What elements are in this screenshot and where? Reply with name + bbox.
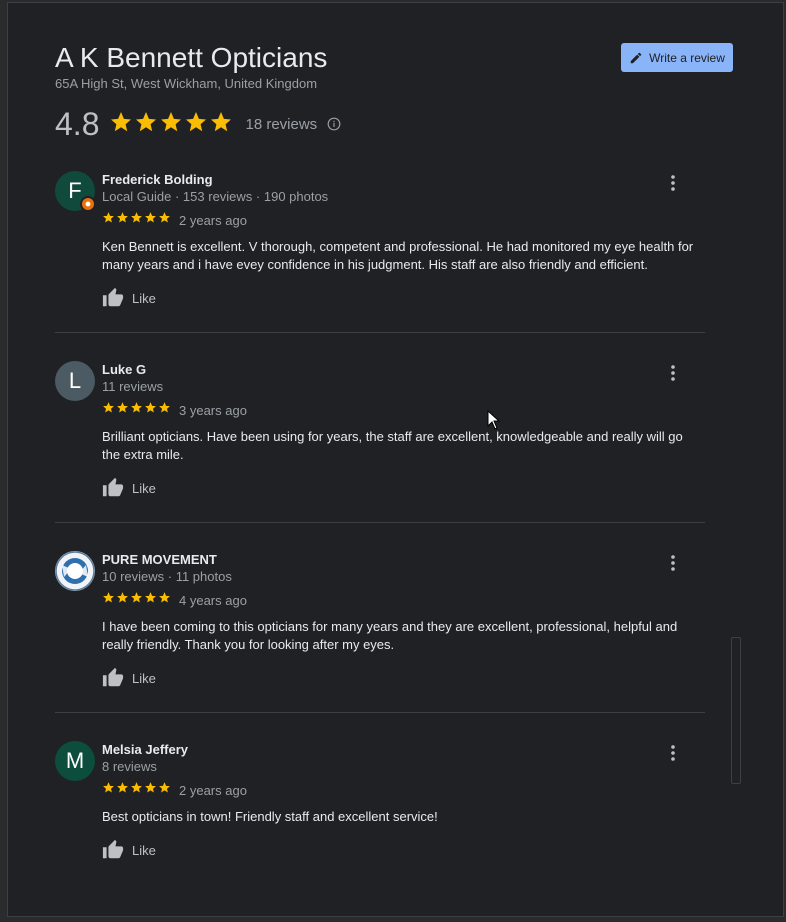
- dialog-header: A K Bennett Opticians 65A High St, West …: [55, 41, 733, 91]
- review-rating-row: 4 years ago: [102, 591, 702, 609]
- review-date: 2 years ago: [179, 212, 247, 228]
- place-address: 65A High St, West Wickham, United Kingdo…: [55, 76, 318, 91]
- review-divider: [55, 522, 705, 523]
- star-icon: [144, 591, 157, 609]
- like-label: Like: [132, 290, 156, 306]
- review-text: Best opticians in town! Friendly staff a…: [102, 809, 438, 824]
- write-review-button[interactable]: Write a review: [621, 43, 733, 72]
- star-icon: [116, 211, 129, 229]
- mouse-cursor-icon: [487, 410, 501, 430]
- star-icon: [102, 401, 115, 419]
- star-icon: [116, 591, 129, 609]
- avatar-letter: M: [65, 748, 85, 773]
- like-button[interactable]: Like: [102, 287, 702, 309]
- like-label: Like: [132, 480, 156, 496]
- star-icon: [158, 211, 171, 229]
- star-icon: [184, 110, 208, 139]
- star-icon: [130, 781, 143, 799]
- avatar-letter: L: [68, 368, 82, 393]
- like-label: Like: [132, 670, 156, 686]
- review-text: I have been coming to this opticians for…: [102, 619, 678, 652]
- reviews-dialog: A K Bennett Opticians 65A High St, West …: [7, 2, 784, 917]
- more-options-icon[interactable]: [663, 743, 683, 763]
- profile-photo-icon: [55, 551, 95, 591]
- like-label: Like: [132, 842, 156, 858]
- avatar[interactable]: M: [55, 741, 95, 781]
- review-divider: [55, 332, 705, 333]
- review-rating-row: 2 years ago: [102, 781, 702, 799]
- star-icon: [116, 401, 129, 419]
- review-text: Brilliant opticians. Have been using for…: [102, 429, 683, 462]
- star-icon: [130, 211, 143, 229]
- reviewer-meta: 8 reviews: [102, 759, 157, 774]
- reviewer-name[interactable]: Melsia Jeffery: [102, 741, 702, 758]
- like-button[interactable]: Like: [102, 477, 702, 499]
- thumbs-up-icon: [102, 287, 124, 307]
- avatar[interactable]: L: [55, 361, 95, 401]
- more-options-icon[interactable]: [663, 173, 683, 193]
- star-icon: [159, 110, 183, 139]
- write-review-label: Write a review: [649, 50, 725, 65]
- avatar[interactable]: [55, 551, 95, 591]
- star-icon: [158, 401, 171, 419]
- local-guide-badge-icon: [80, 196, 96, 212]
- star-icon: [102, 211, 115, 229]
- average-rating: 4.8: [55, 106, 100, 142]
- review-stars: [102, 781, 171, 799]
- review-date: 2 years ago: [179, 782, 247, 798]
- star-icon: [144, 781, 157, 799]
- star-icon: [102, 591, 115, 609]
- more-options-icon[interactable]: [663, 553, 683, 573]
- info-icon[interactable]: [327, 117, 341, 131]
- reviewer-meta: 10 reviews · 11 photos: [102, 569, 232, 584]
- like-button[interactable]: Like: [102, 839, 702, 861]
- star-icon: [116, 781, 129, 799]
- star-icon: [134, 110, 158, 139]
- reviewer-name[interactable]: Frederick Bolding: [102, 171, 702, 188]
- review-rating-row: 3 years ago: [102, 401, 702, 419]
- reviewer-meta: 11 reviews: [102, 379, 164, 394]
- scrollbar[interactable]: [731, 637, 741, 784]
- star-icon: [102, 781, 115, 799]
- review-stars: [102, 211, 171, 229]
- review-stars: [102, 591, 171, 609]
- reviewer-name[interactable]: PURE MOVEMENT: [102, 551, 702, 568]
- reviewer-meta: Local Guide · 153 reviews · 190 photos: [102, 189, 329, 204]
- star-icon: [144, 211, 157, 229]
- review-rating-row: 2 years ago: [102, 211, 702, 229]
- rating-stars: [109, 110, 233, 139]
- review-date: 3 years ago: [179, 402, 247, 418]
- star-icon: [109, 110, 133, 139]
- rating-summary: 4.8 18 reviews: [55, 105, 341, 143]
- star-icon: [130, 591, 143, 609]
- review-divider: [55, 712, 705, 713]
- review-stars: [102, 401, 171, 419]
- pencil-icon: [630, 52, 642, 63]
- like-button[interactable]: Like: [102, 667, 702, 689]
- thumbs-up-icon: [102, 667, 124, 687]
- total-review-count: 18 reviews: [245, 115, 318, 133]
- thumbs-up-icon: [102, 839, 124, 859]
- star-icon: [158, 781, 171, 799]
- more-options-icon[interactable]: [663, 363, 683, 383]
- review-date: 4 years ago: [179, 592, 247, 608]
- star-icon: [144, 401, 157, 419]
- thumbs-up-icon: [102, 477, 124, 497]
- star-icon: [158, 591, 171, 609]
- star-icon: [209, 110, 233, 139]
- star-icon: [130, 401, 143, 419]
- reviewer-name[interactable]: Luke G: [102, 361, 702, 378]
- review-text: Ken Bennett is excellent. V thorough, co…: [102, 239, 694, 272]
